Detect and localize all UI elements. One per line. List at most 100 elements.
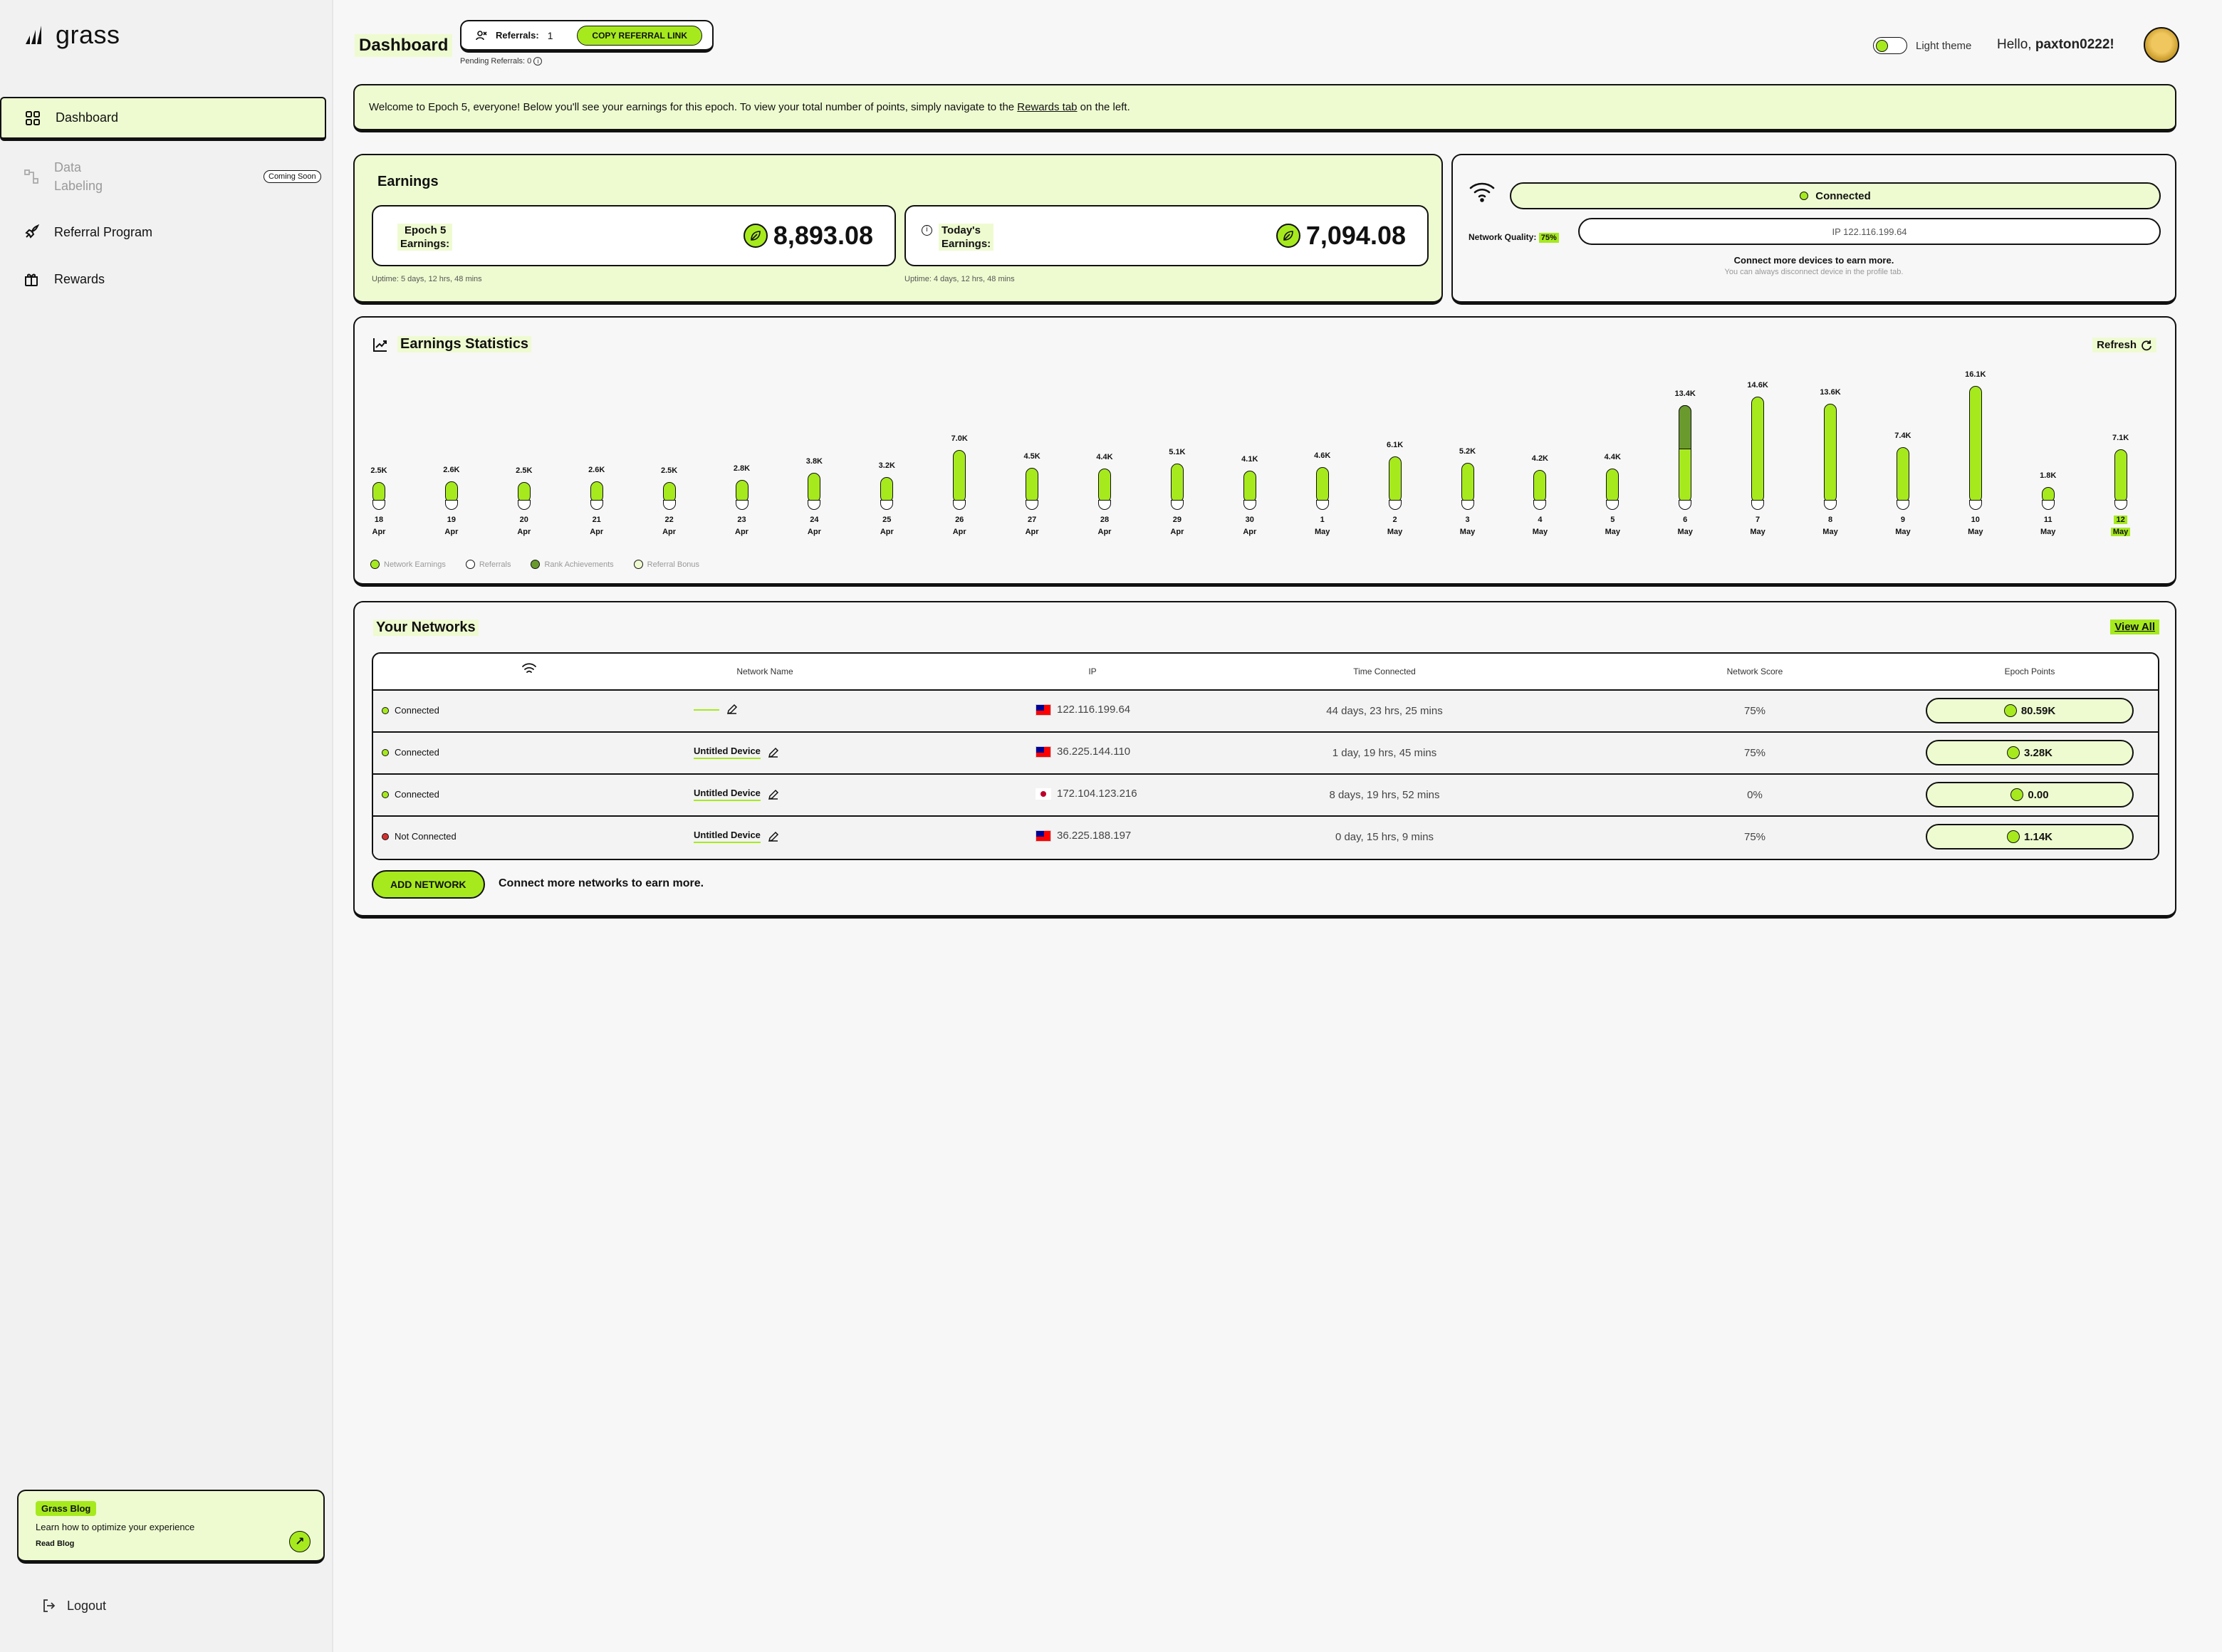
chart-value-label: 4.4K [1604,453,1621,462]
chart-bar[interactable] [2114,449,2127,503]
chart-bar[interactable] [1606,469,1619,503]
pencil-edit-icon[interactable] [768,747,779,758]
info-icon[interactable]: i [533,57,543,66]
wifi-icon [522,663,536,673]
theme-toggle[interactable]: Light theme [1873,37,1971,54]
read-blog-link[interactable]: Read Blog [36,1539,306,1548]
time-connected: 1 day, 19 hrs, 45 mins [1332,747,1437,759]
chart-bar[interactable] [1243,471,1256,503]
chart-bar[interactable] [1315,467,1329,503]
chart-bar[interactable] [1170,464,1184,503]
ip-address: 172.104.123.216 [1057,788,1137,800]
grid-icon [24,110,41,127]
labeling-icon [23,168,40,185]
chart-bar[interactable] [1824,403,1837,503]
chart-bar[interactable] [880,477,894,503]
epoch-points-pill: 1.14K [1926,824,2134,849]
device-name[interactable] [694,708,719,711]
sidebar: grass Dashboard Data Labeling Coming Soo… [0,0,333,1652]
sidebar-item-label: Data Labeling [54,160,103,193]
chart-value-label: 5.2K [1459,447,1476,456]
chart-bar[interactable] [1968,386,1982,503]
networks-table: Network Name IP Time Connected Network S… [372,652,2159,860]
sidebar-item-referral-program[interactable]: Referral Program [0,211,326,253]
chart-bar-base [1026,500,1039,510]
chart-x-tick-label: 4 May [1532,516,1548,536]
table-row[interactable]: Connected Untitled Device 172.104.123.216 8… [373,775,2158,817]
sidebar-item-rewards[interactable]: Rewards [0,258,326,300]
earnings-title: Earnings [377,174,439,189]
chart-bar[interactable] [1461,463,1474,503]
copy-referral-link-button[interactable]: COPY REFERRAL LINK [577,26,702,46]
gift-icon [23,271,40,288]
chart-x-tick-label: 25 Apr [880,516,894,536]
table-row[interactable]: Connected Untitled Device 36.225.144.110 1 … [373,733,2158,775]
grass-blog-card[interactable]: Grass Blog Learn how to optimize your ex… [17,1490,325,1564]
pencil-edit-icon[interactable] [768,789,779,800]
flag-tw-icon [1036,704,1051,716]
table-row[interactable]: Connected 122.116.199.64 44 days, 23 hrs, … [373,691,2158,733]
chart-bar-base [808,500,821,510]
chart-bar[interactable] [1026,468,1039,503]
network-status: Not Connected [382,831,457,842]
legend-label: Referral Bonus [647,560,700,569]
chart-bar-base [953,500,966,510]
today-earnings-label: Today's Earnings: [939,224,994,251]
logo-text: grass [56,20,120,49]
network-status-text: Connected [395,705,439,716]
logout-button[interactable]: Logout [41,1598,106,1614]
legend-item[interactable]: Referral Bonus [633,560,700,569]
sidebar-item-data-labeling[interactable]: Data Labeling Coming Soon [0,154,326,199]
avatar[interactable] [2144,27,2179,63]
device-name[interactable]: Untitled Device [694,830,761,843]
pencil-edit-icon[interactable] [768,831,779,842]
referrals-count: 1 [547,29,553,41]
chart-x-tick-label: 30 Apr [1243,516,1257,536]
chart-bar[interactable] [953,450,966,503]
today-uptime: Uptime: 4 days, 12 hrs, 48 mins [904,275,1015,283]
chart-x-tick-label: 19 Apr [444,516,459,536]
view-all-link[interactable]: View All [2110,620,2159,634]
chart-bar[interactable] [1533,470,1547,503]
chart-bar[interactable] [1751,396,1765,503]
chart-x-tick-label: 22 Apr [662,516,677,536]
device-name[interactable]: Untitled Device [694,746,761,759]
connection-status: Connected [1815,189,1871,202]
chart-value-label: 2.5K [370,466,387,476]
network-status-card: Connected Network Quality: 75% IP 122.11… [1451,154,2176,305]
network-status-text: Not Connected [395,831,457,842]
theme-switch[interactable] [1873,37,1907,54]
epoch-points-pill: 80.59K [1926,698,2134,723]
add-network-button[interactable]: ADD NETWORK [372,870,485,899]
chart-value-label: 4.1K [1241,455,1258,464]
chart-value-label: 3.2K [878,461,895,471]
table-header: Network Name IP Time Connected Network S… [373,654,2158,691]
chart-bar-base [2041,500,2055,510]
epoch-points-pill: 3.28K [1926,740,2134,765]
sidebar-item-dashboard[interactable]: Dashboard [0,97,326,141]
pencil-edit-icon[interactable] [726,704,738,715]
today-label-2: Earnings: [942,238,991,250]
chart-bar-rank-segment[interactable] [1679,404,1692,450]
chart-bar[interactable] [808,473,821,503]
chart-x-tick-label: 26 Apr [952,516,966,536]
legend-item[interactable]: Network Earnings [370,560,446,569]
table-row[interactable]: Not Connected Untitled Device 36.225.188.1… [373,817,2158,859]
chart-value-label: 14.6K [1747,380,1768,390]
logo[interactable]: grass [23,20,120,50]
chart-bar[interactable] [1896,447,1909,503]
rewards-tab-link[interactable]: Rewards tab [1017,101,1077,113]
coming-soon-badge: Coming Soon [264,170,321,183]
page-title: Dashboard [355,34,453,57]
refresh-button[interactable]: Refresh [2092,338,2156,352]
leaf-icon [2006,830,2020,843]
network-status: Connected [382,705,439,716]
arrow-up-right-icon[interactable]: ↗ [289,1531,311,1552]
legend-item[interactable]: Referrals [465,560,511,569]
chart-bar[interactable] [1388,456,1402,503]
leaf-icon [2006,746,2020,759]
device-name[interactable]: Untitled Device [694,788,761,801]
chart-bar[interactable] [1098,469,1111,503]
chart-bar-base [1679,500,1692,510]
legend-item[interactable]: Rank Achievements [531,560,614,569]
